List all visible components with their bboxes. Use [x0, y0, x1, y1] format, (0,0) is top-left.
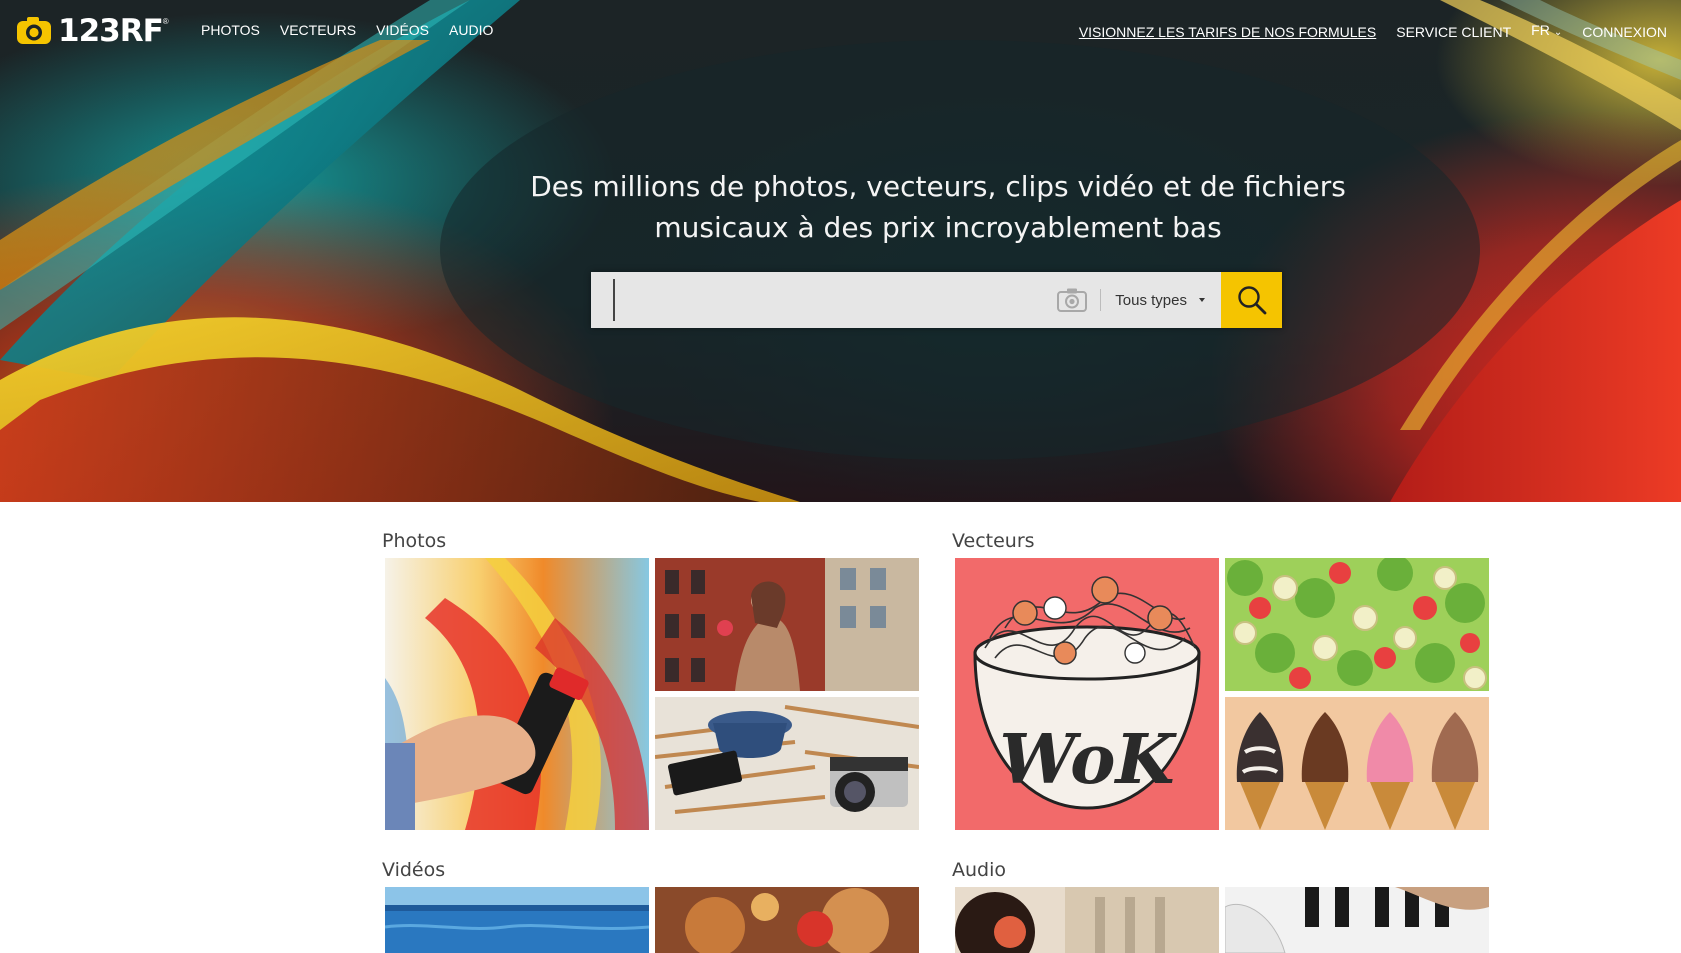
salad-pattern: [1225, 558, 1489, 691]
customer-service-link[interactable]: SERVICE CLIENT: [1396, 23, 1511, 41]
logo-text: 123RF: [58, 13, 164, 49]
section-videos: Vidéos: [382, 858, 445, 882]
graffiti-image: [385, 558, 649, 830]
type-dropdown[interactable]: Tous types: [1115, 292, 1205, 309]
desk-camera-image: [655, 697, 919, 830]
section-title-vectors[interactable]: Vecteurs: [952, 529, 1035, 553]
nav-photos[interactable]: PHOTOS: [201, 21, 260, 39]
vector-thumbnail-ice-cream[interactable]: [1225, 697, 1489, 830]
search-button[interactable]: [1221, 272, 1282, 328]
divider: [1100, 289, 1102, 311]
woman-city-image: [655, 558, 919, 691]
audio-thumbnail-piano[interactable]: [1225, 887, 1489, 953]
wok-lettering: WoK: [999, 720, 1177, 800]
section-vectors: Vecteurs: [952, 529, 1035, 553]
ice-cream-illustration: [1225, 697, 1489, 830]
section-photos: Photos: [382, 529, 446, 553]
audio-thumbnail-headphones[interactable]: [955, 887, 1219, 953]
language-selector[interactable]: FR ⌄: [1531, 21, 1562, 42]
caret-down-icon: [1199, 298, 1205, 302]
nav-audio[interactable]: AUDIO: [449, 21, 493, 39]
vector-thumbnail-salad[interactable]: [1225, 558, 1489, 691]
search-field-container: Tous types: [591, 272, 1221, 328]
type-dropdown-value: Tous types: [1115, 291, 1187, 309]
registered-mark: ®: [162, 16, 169, 26]
sea-image: [385, 887, 649, 953]
food-image: [655, 887, 919, 953]
video-thumbnail-sea[interactable]: [385, 887, 649, 953]
wok-illustration: WoK: [955, 558, 1219, 830]
search-icon: [1237, 286, 1266, 315]
piano-image: [1225, 887, 1489, 953]
utility-nav: VISIONNEZ LES TARIFS DE NOS FORMULES SER…: [1079, 21, 1667, 42]
logo[interactable]: 123RF ®: [16, 14, 169, 48]
search-input[interactable]: [613, 279, 1057, 321]
photo-thumbnail-desk-camera[interactable]: [655, 697, 919, 830]
vector-thumbnail-wok[interactable]: WoK: [955, 558, 1219, 830]
hero-headline: Des millions de photos, vecteurs, clips …: [490, 166, 1386, 248]
section-title-photos[interactable]: Photos: [382, 529, 446, 553]
nav-videos[interactable]: VIDÉOS: [376, 21, 429, 39]
photo-thumbnail-woman-city[interactable]: [655, 558, 919, 691]
photo-thumbnail-graffiti[interactable]: [385, 558, 649, 830]
login-link[interactable]: CONNEXION: [1582, 23, 1667, 41]
headphones-image: [955, 887, 1219, 953]
section-audio: Audio: [952, 858, 1006, 882]
headline-line-1: Des millions de photos, vecteurs, clips …: [530, 170, 1346, 203]
top-navigation: 123RF ® PHOTOS VECTEURS VIDÉOS AUDIO VIS…: [0, 0, 1681, 60]
nav-vectors[interactable]: VECTEURS: [280, 21, 356, 39]
headline-line-2: musicaux à des prix incroyablement bas: [654, 211, 1222, 244]
pricing-link[interactable]: VISIONNEZ LES TARIFS DE NOS FORMULES: [1079, 23, 1376, 41]
section-title-videos[interactable]: Vidéos: [382, 858, 445, 882]
hero-banner: 123RF ® PHOTOS VECTEURS VIDÉOS AUDIO VIS…: [0, 0, 1681, 502]
main-nav: PHOTOS VECTEURS VIDÉOS AUDIO: [201, 21, 493, 39]
search-bar: Tous types: [591, 272, 1282, 328]
camera-icon[interactable]: [1056, 287, 1088, 313]
hero-background-waves: [0, 0, 1681, 502]
chevron-down-icon: ⌄: [1553, 27, 1563, 38]
section-title-audio[interactable]: Audio: [952, 858, 1006, 882]
camera-logo-icon: [17, 17, 51, 44]
language-label: FR: [1531, 22, 1550, 38]
video-thumbnail-food[interactable]: [655, 887, 919, 953]
